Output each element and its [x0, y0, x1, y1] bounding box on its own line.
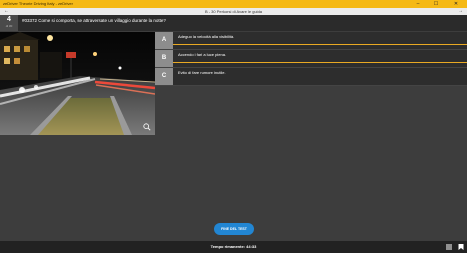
answer-option-a[interactable]: A Adeguo la velocità alla visibilità. [155, 32, 467, 50]
question-number: 4 [7, 16, 11, 23]
navigation-bar: ← B - 30 Perkorsi di Avare le guida → [0, 8, 467, 15]
window-titlebar: zeDriver Theorie Driving Italy - zeDrive… [0, 0, 467, 8]
answer-letter: A [155, 32, 173, 49]
answer-underline [173, 62, 467, 63]
minimize-button[interactable]: – [411, 0, 425, 8]
night-street-photo [0, 32, 155, 135]
question-image[interactable] [0, 32, 155, 135]
forward-button[interactable]: → [458, 8, 463, 15]
answer-underline [173, 44, 467, 45]
question-number-box: 4 di 30 [0, 15, 18, 31]
maximize-button[interactable]: ☐ [429, 0, 443, 8]
answer-option-b[interactable]: B Accendo i fari a luce piena. [155, 50, 467, 68]
answer-text: Accendo i fari a luce piena. [178, 52, 227, 57]
nav-title: B - 30 Perkorsi di Avare le guida [204, 9, 263, 14]
time-remaining: Tempo rimanente: 44:33 [210, 244, 257, 249]
zoom-icon[interactable] [143, 123, 151, 131]
bookmark-icon[interactable] [458, 244, 464, 250]
window-title: zeDriver Theorie Driving Italy - zeDrive… [3, 1, 73, 6]
answer-text: Evito di fare rumore inutile. [178, 70, 226, 75]
answer-letter: C [155, 68, 173, 85]
finish-test-button[interactable]: FINE DEL TEST [214, 223, 254, 235]
question-text: #03372 Come si comporta, se attraversate… [22, 18, 166, 23]
answer-text: Adeguo la velocità alla visibilità. [178, 34, 235, 39]
answer-letter: B [155, 50, 173, 67]
answer-option-c[interactable]: C Evito di fare rumore inutile. [155, 68, 467, 86]
list-icon[interactable] [446, 244, 452, 250]
question-total: di 30 [5, 24, 13, 28]
status-bar: Tempo rimanente: 44:33 [0, 241, 467, 253]
close-button[interactable]: ✕ [449, 0, 463, 8]
